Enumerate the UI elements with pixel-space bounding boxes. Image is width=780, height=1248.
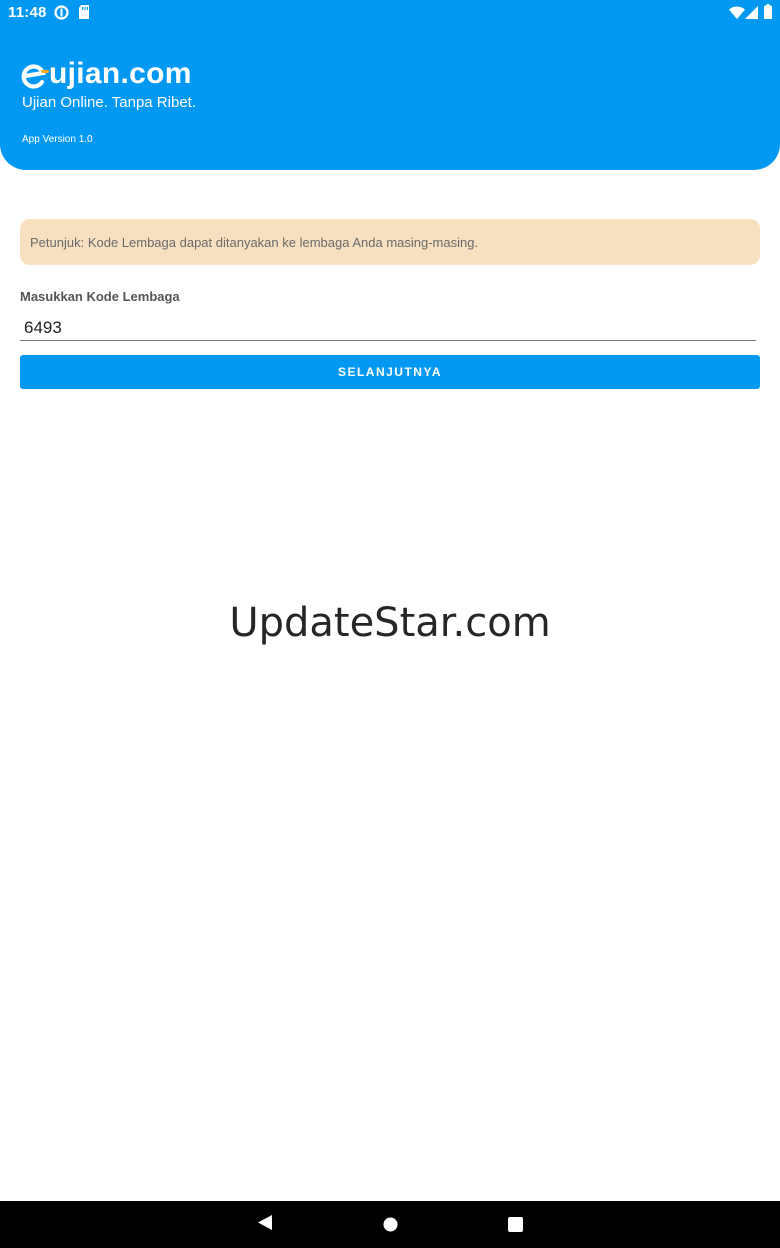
watermark: UpdateStar.com — [229, 600, 551, 646]
hint-text: Petunjuk: Kode Lembaga dapat ditanyakan … — [30, 235, 479, 250]
sd-card-icon — [78, 5, 90, 19]
wifi-icon — [729, 6, 745, 19]
navigation-bar — [0, 1201, 780, 1248]
logo-text: ujian.com — [49, 57, 192, 90]
data-saver-icon — [54, 5, 69, 20]
battery-icon — [764, 4, 772, 19]
next-button[interactable]: SELANJUTNYA — [20, 355, 760, 389]
app-version: App Version 1.0 — [22, 134, 93, 145]
status-bar: 11:48 — [0, 0, 780, 26]
recents-icon[interactable] — [508, 1217, 523, 1237]
status-time: 11:48 — [8, 4, 47, 21]
tagline: Ujian Online. Tanpa Ribet. — [22, 94, 196, 111]
cellular-signal-icon — [745, 6, 758, 19]
back-icon[interactable] — [257, 1214, 273, 1236]
code-field-label: Masukkan Kode Lembaga — [20, 289, 180, 304]
home-icon[interactable] — [383, 1217, 398, 1237]
hint-box: Petunjuk: Kode Lembaga dapat ditanyakan … — [20, 219, 760, 265]
e-logo-icon — [21, 64, 49, 89]
app-header: 11:48 ujian.com Ujian Online. Tanpa Ribe… — [0, 0, 780, 170]
institution-code-input[interactable] — [20, 315, 756, 341]
